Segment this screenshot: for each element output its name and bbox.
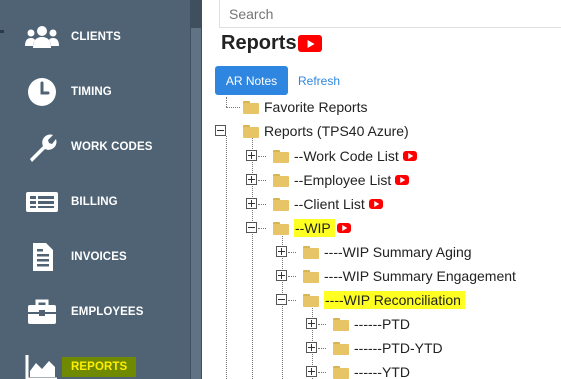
tree-connector [258,156,266,157]
youtube-video-icon[interactable] [395,175,410,185]
collapse-toggle[interactable] [215,125,226,136]
expand-toggle[interactable] [276,270,287,281]
folder-icon [273,149,289,163]
sidebar-item-billing[interactable]: BILLING [0,182,190,222]
sidebar-item-label: TIMING [71,86,112,98]
folder-icon [303,269,319,283]
billing-icon [24,186,60,218]
refresh-button[interactable]: Refresh [298,66,340,95]
tree-connector [318,372,326,373]
folder-icon [333,341,349,355]
tree-node-label: ------YTD [354,364,410,379]
tree-node-work-code-list[interactable]: --Work Code List [273,145,417,167]
tree-connector [288,252,296,253]
tree-node-reports-root[interactable]: Reports (TPS40 Azure) [243,120,409,142]
tree-node-employee-list[interactable]: --Employee List [273,169,410,191]
sidebar-item-invoices[interactable]: INVOICES [0,237,190,277]
sidebar-item-clients[interactable]: CLIENTS [0,17,190,57]
expand-toggle[interactable] [306,366,317,377]
tree-node-ptd-ytd[interactable]: ------PTD-YTD [333,337,443,359]
tree-node-label: --Work Code List [294,148,399,164]
tree-node-label: --WIP [294,219,335,237]
tree-node-wip-summary-engagement[interactable]: ----WIP Summary Engagement [303,265,516,287]
sidebar-item-employees[interactable]: EMPLOYEES [0,292,190,332]
folder-icon [273,221,289,235]
people-icon [24,21,60,53]
tree-connector [226,136,227,379]
sidebar-scrollbar-thumb[interactable] [191,28,201,379]
tree-node-label: ----WIP Summary Engagement [324,268,516,284]
sidebar-item-label: INVOICES [71,251,127,263]
folder-icon [243,124,259,138]
tree-node-label: --Client List [294,196,365,212]
page-title-row: Reports [221,32,322,55]
sidebar-item-timing[interactable]: TIMING [0,72,190,112]
sidebar-item-reports[interactable]: REPORTS [0,347,190,379]
chart-icon [24,351,60,379]
expand-toggle[interactable] [246,150,257,161]
tree-node-wip-summary-aging[interactable]: ----WIP Summary Aging [303,241,472,263]
sidebar-item-work-codes[interactable]: WORK CODES [0,127,190,167]
tree-connector [258,228,266,229]
youtube-video-icon[interactable] [402,151,417,161]
clock-icon [24,76,60,108]
expand-toggle[interactable] [276,246,287,257]
expand-toggle[interactable] [306,342,317,353]
tree-connector [318,324,326,325]
invoice-icon [24,241,60,273]
tree-node-label: --Employee List [294,172,392,188]
sidebar-item-label: EMPLOYEES [71,306,144,318]
tree-node-label: Favorite Reports [264,99,368,115]
folder-icon [243,100,259,114]
tree-node-label: Reports (TPS40 Azure) [264,123,409,139]
sidebar-item-label: CLIENTS [71,31,121,43]
folder-icon [273,173,289,187]
search-input[interactable] [220,0,561,27]
expand-toggle[interactable] [246,198,257,209]
tree-connector [226,107,240,108]
tree-connector [288,300,296,301]
tree-connector [258,204,266,205]
youtube-video-icon[interactable] [336,223,351,233]
folder-icon [273,197,289,211]
ar-notes-button[interactable]: AR Notes [215,66,288,95]
tree-node-client-list[interactable]: --Client List [273,193,383,215]
collapse-toggle[interactable] [246,222,257,233]
tree-connector [318,348,326,349]
folder-icon [333,365,349,379]
page-title: Reports [221,32,297,54]
tree-node-ptd[interactable]: ------PTD [333,313,410,335]
tree-node-label: ------PTD-YTD [354,340,443,356]
expand-toggle[interactable] [246,174,257,185]
tree-connector [226,97,227,107]
youtube-video-icon[interactable] [297,35,322,52]
search-box [219,0,561,28]
tree-node-label: ----WIP Reconciliation [324,291,465,309]
tree-node-wip[interactable]: --WIP [273,217,351,239]
sidebar: CLIENTS TIMING WORK CODES BILLING INVOIC… [0,0,202,379]
tree-node-favorite-reports[interactable]: Favorite Reports [243,96,367,118]
sidebar-item-label: BILLING [71,196,118,208]
folder-icon [303,245,319,259]
sidebar-item-label: REPORTS [62,357,137,377]
collapse-toggle[interactable] [276,294,287,305]
wrench-icon [24,131,60,163]
tree-connector [288,276,296,277]
tree-node-label: ----WIP Summary Aging [324,244,472,260]
tree-node-label: ------PTD [354,316,410,332]
sidebar-item-label: WORK CODES [71,141,153,153]
tree-connector [258,180,266,181]
tree-node-wip-reconciliation[interactable]: ----WIP Reconciliation [303,289,465,311]
tree-node-ytd[interactable]: ------YTD [333,361,410,379]
expand-toggle[interactable] [306,318,317,329]
folder-icon [333,317,349,331]
briefcase-icon [24,296,60,328]
folder-icon [303,293,319,307]
youtube-video-icon[interactable] [368,199,383,209]
